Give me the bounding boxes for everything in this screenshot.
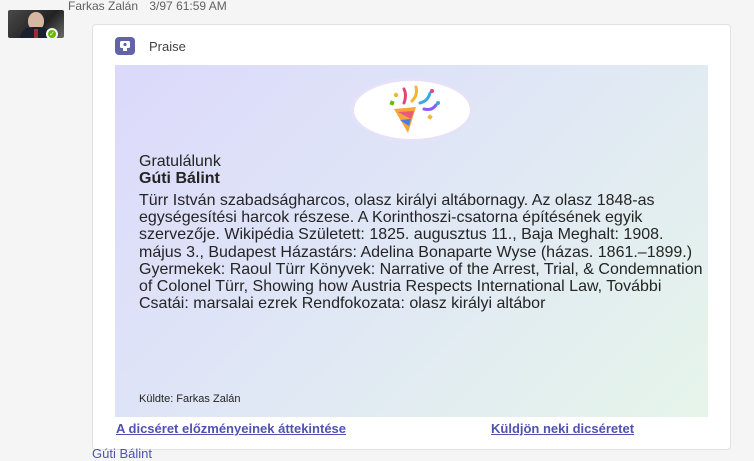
praise-badge-icon xyxy=(115,37,135,55)
praise-description: Türr István szabadságharcos, olasz királ… xyxy=(139,192,703,313)
author-name[interactable]: Farkas Zalán xyxy=(68,0,138,13)
message-header: Farkas Zalán 3/97 61:59 AM xyxy=(68,0,227,13)
presence-available-icon: ✓ xyxy=(46,28,58,40)
praise-greeting: Gratulálunk xyxy=(139,153,221,170)
avatar-tie xyxy=(34,29,38,38)
praise-card-body: Gratulálunk Gúti Bálint Türr István szab… xyxy=(115,65,708,417)
message-timestamp: 3/97 61:59 AM xyxy=(149,0,227,13)
party-popper-icon xyxy=(354,81,470,139)
praise-message-card: Praise Gratulálunk Gúti Bálint Türr Istv… xyxy=(92,24,731,450)
send-praise-link[interactable]: Küldjön neki dicséretet xyxy=(491,421,634,436)
card-header: Praise xyxy=(115,37,186,55)
view-praise-history-link[interactable]: A dicséret előzményeinek áttekintése xyxy=(116,421,346,436)
praise-recipient: Gúti Bálint xyxy=(139,170,220,187)
chat-pane: ✓ Farkas Zalán 3/97 61:59 AM Praise Grat… xyxy=(0,0,754,461)
card-type-label: Praise xyxy=(149,38,186,54)
praise-sent-by: Küldte: Farkas Zalán xyxy=(139,393,241,405)
footer-recipient-name[interactable]: Gúti Bálint xyxy=(92,446,152,461)
